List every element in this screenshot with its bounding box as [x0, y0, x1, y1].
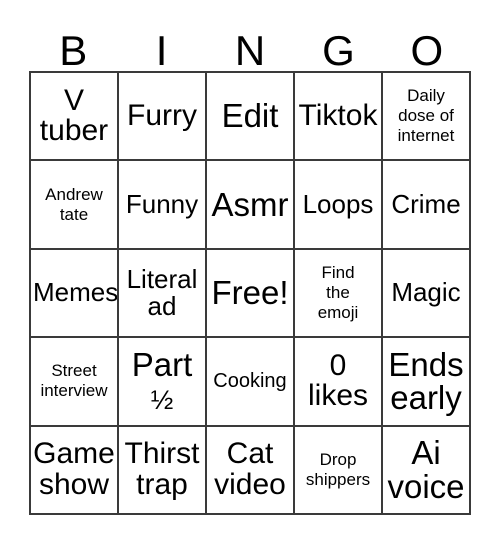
bingo-header-letter-n: N: [206, 20, 294, 71]
bingo-header-letter-b: B: [29, 20, 117, 71]
bingo-cell-label: Memes: [33, 277, 119, 308]
header-letter: G: [322, 26, 355, 74]
bingo-cell[interactable]: Edit: [207, 73, 295, 162]
bingo-header-letter-o: O: [383, 20, 471, 71]
bingo-cell-label: Ai voice: [387, 434, 465, 505]
bingo-cell[interactable]: Drop shippers: [295, 426, 383, 515]
bingo-cell-label: Ends early: [388, 345, 464, 417]
bingo-cell[interactable]: Magic: [383, 249, 471, 339]
bingo-cell-label: Drop shippers: [305, 449, 371, 489]
bingo-cell[interactable]: Asmr: [207, 161, 295, 250]
bingo-cell-label: Street interview: [40, 361, 108, 401]
bingo-cell[interactable]: Part ½: [119, 338, 207, 427]
bingo-cell[interactable]: Furry: [119, 73, 207, 162]
bingo-cell[interactable]: Funny: [119, 161, 207, 250]
bingo-cell[interactable]: Find the emoji: [295, 249, 383, 339]
bingo-cell-label: Andrew tate: [45, 184, 103, 224]
bingo-header-letter-g: G: [294, 20, 382, 71]
bingo-cell[interactable]: Daily dose of internet: [383, 73, 471, 162]
bingo-cell[interactable]: Ai voice: [383, 426, 471, 515]
bingo-cell[interactable]: Cooking: [207, 338, 295, 427]
bingo-cell-label: Vtuber: [39, 83, 109, 148]
bingo-header: B I N G O: [29, 20, 471, 71]
bingo-cell-label: Cooking: [213, 370, 287, 393]
bingo-cell-label: Thirst trap: [124, 437, 200, 501]
bingo-cell-label: Asmr: [211, 185, 289, 223]
bingo-cell-label: Daily dose of internet: [397, 86, 455, 146]
bingo-cell[interactable]: Literal ad: [119, 249, 207, 339]
bingo-cell[interactable]: Thirst trap: [119, 426, 207, 515]
bingo-header-letter-i: I: [117, 20, 205, 71]
bingo-cell-label: Crime: [391, 188, 461, 219]
bingo-cell[interactable]: Memes: [31, 249, 119, 339]
bingo-cell-label: Literal ad: [126, 263, 198, 321]
bingo-cell[interactable]: Crime: [383, 161, 471, 250]
bingo-cell[interactable]: Cat video: [207, 426, 295, 515]
header-letter: O: [410, 26, 444, 74]
header-letter: N: [234, 26, 266, 74]
bingo-cell[interactable]: Tiktok: [295, 73, 383, 162]
bingo-cell[interactable]: Game show: [31, 426, 119, 515]
bingo-cell[interactable]: Vtuber: [31, 73, 119, 162]
bingo-cell[interactable]: Andrew tate: [31, 161, 119, 250]
header-letter: I: [155, 26, 168, 74]
bingo-cell[interactable]: 0 likes: [295, 338, 383, 427]
bingo-cell-label: Free!: [211, 274, 289, 312]
bingo-cell[interactable]: Street interview: [31, 338, 119, 427]
bingo-card: B I N G O Vtuber Furry Edit Tiktok Daily dose…: [0, 0, 500, 544]
bingo-cell-label: Edit: [221, 97, 279, 135]
bingo-grid: Vtuber Furry Edit Tiktok Daily dose of interne…: [29, 71, 471, 515]
bingo-cell[interactable]: Loops: [295, 161, 383, 250]
bingo-cell-label: Tiktok: [298, 98, 378, 132]
bingo-cell-label: Magic: [391, 277, 461, 308]
bingo-cell-label: Furry: [127, 98, 197, 132]
bingo-cell-label: Find the emoji: [317, 262, 359, 323]
bingo-cell-label: Loops: [302, 188, 374, 219]
bingo-cell-label: 0 likes: [307, 348, 368, 413]
header-letter: B: [59, 26, 88, 74]
bingo-cell[interactable]: Ends early: [383, 338, 471, 427]
bingo-cell-label: Funny: [125, 188, 199, 219]
bingo-cell-label: Cat video: [214, 437, 286, 501]
bingo-cell-label: Part ½: [131, 345, 193, 416]
bingo-cell[interactable]: Free!: [207, 249, 295, 339]
bingo-cell-label: Game show: [33, 437, 115, 501]
